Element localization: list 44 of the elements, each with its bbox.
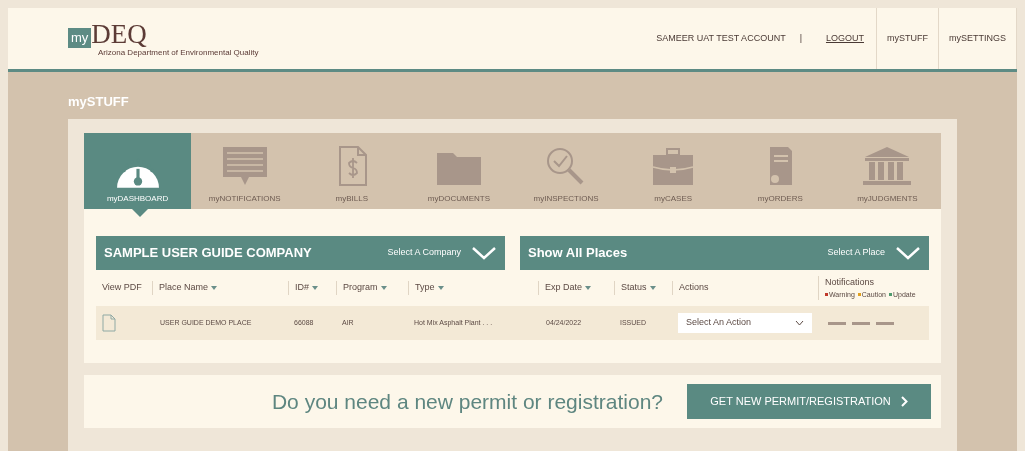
sort-caret-icon xyxy=(211,286,218,290)
account-name: SAMEER UAT TEST ACCOUNT xyxy=(656,31,786,45)
nav-tab[interactable]: myCASES xyxy=(619,133,727,209)
nav-tab[interactable]: myBILLS xyxy=(298,133,406,209)
page-title: mySTUFF xyxy=(68,93,130,111)
nav-link[interactable]: LOGOUT xyxy=(813,8,877,69)
dash-icon xyxy=(828,321,846,325)
sort-caret-icon xyxy=(437,286,444,290)
sort-caret-icon xyxy=(312,286,318,290)
column-header: View PDF xyxy=(102,281,142,295)
column-header: Actions xyxy=(679,281,709,295)
column-header[interactable]: Exp Date xyxy=(545,281,592,295)
sort-caret-icon xyxy=(585,286,592,290)
document-icon[interactable] xyxy=(102,314,116,332)
logo-badge[interactable]: my xyxy=(68,27,92,48)
logo-wordmark[interactable]: DEQ xyxy=(91,19,147,48)
dash-icon xyxy=(852,321,870,325)
nav-tab[interactable]: myJUDGMENTS xyxy=(833,133,941,209)
selector-bar[interactable]: Show All Places Select A Place xyxy=(520,236,929,270)
chevron-down-icon xyxy=(471,246,497,260)
dash-icon xyxy=(876,321,894,325)
nav-link[interactable]: mySTUFF xyxy=(877,8,939,69)
permit-question: Do you need a new permit or registration? xyxy=(271,388,663,415)
nav-tab[interactable]: myNOTIFICATIONS xyxy=(191,133,299,209)
column-header[interactable]: Type xyxy=(415,281,444,295)
sort-caret-icon xyxy=(649,286,656,290)
selector-bar[interactable]: SAMPLE USER GUIDE COMPANY Select A Company xyxy=(96,236,505,270)
action-select[interactable]: Select An Action xyxy=(678,313,812,333)
logo-subtitle: Arizona Department of Environmental Quality xyxy=(98,47,259,58)
chevron-right-icon xyxy=(900,396,908,407)
column-header[interactable]: Program xyxy=(343,281,387,295)
separator: | xyxy=(799,31,802,45)
nav-tab[interactable]: myINSPECTIONS xyxy=(512,133,620,209)
chevron-down-icon xyxy=(795,320,804,326)
sort-caret-icon xyxy=(380,286,387,290)
column-header: Notifications xyxy=(825,276,875,289)
column-header[interactable]: ID# xyxy=(295,281,318,295)
new-permit-button[interactable]: GET NEW PERMIT/REGISTRATION xyxy=(687,384,931,419)
nav-tab[interactable]: myDOCUMENTS xyxy=(405,133,513,209)
nav-tab[interactable]: myORDERS xyxy=(726,133,834,209)
nav-link[interactable]: mySETTINGS xyxy=(939,8,1017,69)
column-header[interactable]: Status xyxy=(621,281,656,295)
chevron-down-icon xyxy=(895,246,921,260)
column-header[interactable]: Place Name xyxy=(159,281,218,295)
